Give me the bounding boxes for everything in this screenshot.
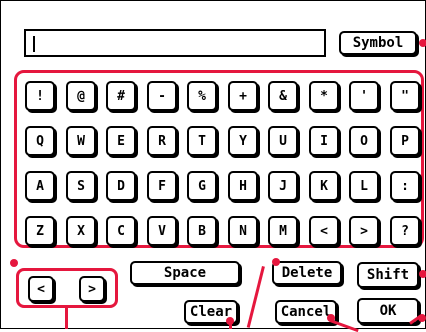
key-row1-0[interactable]: ! — [25, 81, 55, 111]
key-row2-6[interactable]: U — [268, 126, 298, 156]
key-row3-2[interactable]: D — [106, 171, 136, 201]
key-row4-2[interactable]: C — [106, 216, 136, 246]
delete-callout-marker — [272, 258, 280, 266]
cursor-left-button[interactable]: < — [28, 276, 54, 302]
key-row4-1[interactable]: X — [66, 216, 96, 246]
key-row2-3[interactable]: R — [147, 126, 177, 156]
shift-button[interactable]: Shift — [357, 262, 419, 288]
key-row2-2[interactable]: E — [106, 126, 136, 156]
cursor-right-button[interactable]: > — [79, 276, 105, 302]
key-row1-5[interactable]: + — [228, 81, 258, 111]
clear-callout-line — [229, 323, 232, 329]
key-row1-3[interactable]: - — [147, 81, 177, 111]
key-row1-4[interactable]: % — [187, 81, 217, 111]
key-row4-5[interactable]: N — [228, 216, 258, 246]
symbol-button[interactable]: Symbol — [339, 31, 417, 55]
ok-button[interactable]: OK — [357, 298, 419, 324]
key-row1-9[interactable]: " — [390, 81, 420, 111]
key-row2-4[interactable]: T — [187, 126, 217, 156]
key-row3-4[interactable]: G — [187, 171, 217, 201]
key-row3-9[interactable]: : — [390, 171, 420, 201]
shift-callout-marker — [419, 270, 426, 278]
symbol-callout-marker — [419, 39, 426, 47]
key-row3-1[interactable]: S — [66, 171, 96, 201]
delete-button[interactable]: Delete — [272, 261, 342, 285]
key-row3-6[interactable]: J — [268, 171, 298, 201]
key-row1-1[interactable]: @ — [66, 81, 96, 111]
key-row2-5[interactable]: Y — [228, 126, 258, 156]
space-button[interactable]: Space — [130, 261, 240, 285]
text-input-field[interactable] — [24, 29, 326, 57]
arrows-callout-line — [65, 308, 68, 329]
key-row2-0[interactable]: Q — [25, 126, 55, 156]
key-row1-7[interactable]: * — [309, 81, 339, 111]
key-row4-4[interactable]: B — [187, 216, 217, 246]
key-row1-2[interactable]: # — [106, 81, 136, 111]
key-row3-0[interactable]: A — [25, 171, 55, 201]
key-row1-8[interactable]: ' — [349, 81, 379, 111]
key-row4-0[interactable]: Z — [25, 216, 55, 246]
key-row2-7[interactable]: I — [309, 126, 339, 156]
key-row4-7[interactable]: < — [309, 216, 339, 246]
key-row4-6[interactable]: M — [268, 216, 298, 246]
key-row2-1[interactable]: W — [66, 126, 96, 156]
key-row1-6[interactable]: & — [268, 81, 298, 111]
key-row2-9[interactable]: P — [390, 126, 420, 156]
key-row3-3[interactable]: F — [147, 171, 177, 201]
text-cursor — [33, 36, 35, 52]
key-row3-5[interactable]: H — [228, 171, 258, 201]
key-row4-3[interactable]: V — [147, 216, 177, 246]
key-row4-8[interactable]: > — [349, 216, 379, 246]
key-row2-8[interactable]: O — [349, 126, 379, 156]
key-row3-7[interactable]: K — [309, 171, 339, 201]
key-row3-8[interactable]: L — [349, 171, 379, 201]
key-row4-9[interactable]: ? — [390, 216, 420, 246]
keys-callout-marker — [10, 259, 18, 267]
